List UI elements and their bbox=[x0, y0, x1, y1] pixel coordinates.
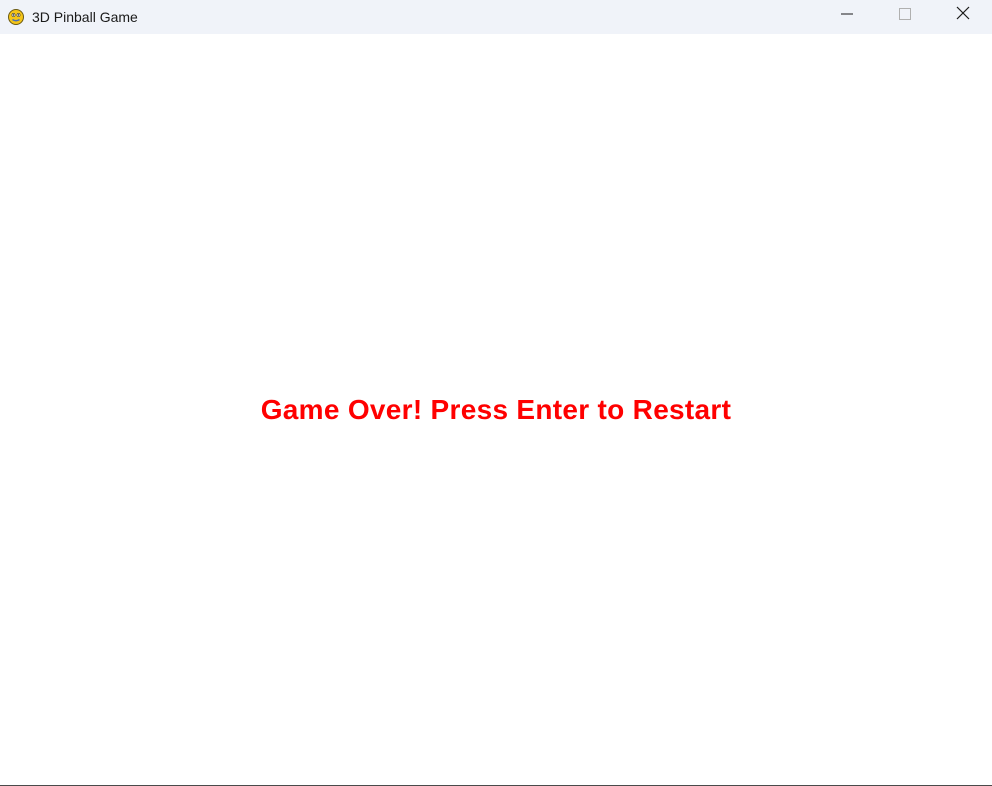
minimize-icon bbox=[841, 7, 853, 25]
close-button[interactable] bbox=[934, 0, 992, 31]
title-bar[interactable]: 3D Pinball Game bbox=[0, 0, 992, 34]
pygame-snake-icon bbox=[7, 8, 25, 26]
maximize-button[interactable] bbox=[876, 0, 934, 31]
game-canvas[interactable]: Game Over! Press Enter to Restart bbox=[0, 34, 992, 785]
maximize-icon bbox=[899, 7, 911, 25]
game-over-message: Game Over! Press Enter to Restart bbox=[260, 394, 732, 425]
window-title: 3D Pinball Game bbox=[32, 9, 138, 25]
close-icon bbox=[956, 6, 970, 25]
minimize-button[interactable] bbox=[818, 0, 876, 31]
app-window: 3D Pinball Game Game Over! Press Enter t… bbox=[0, 0, 992, 786]
window-controls bbox=[818, 0, 992, 34]
